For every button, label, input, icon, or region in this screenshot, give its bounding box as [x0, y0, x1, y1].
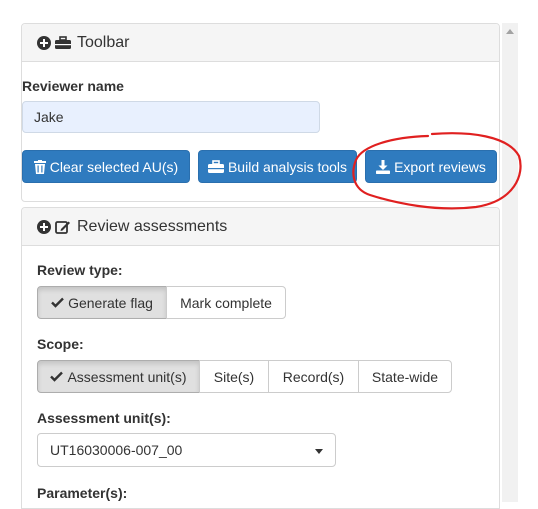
annotation-circle: [352, 132, 522, 210]
